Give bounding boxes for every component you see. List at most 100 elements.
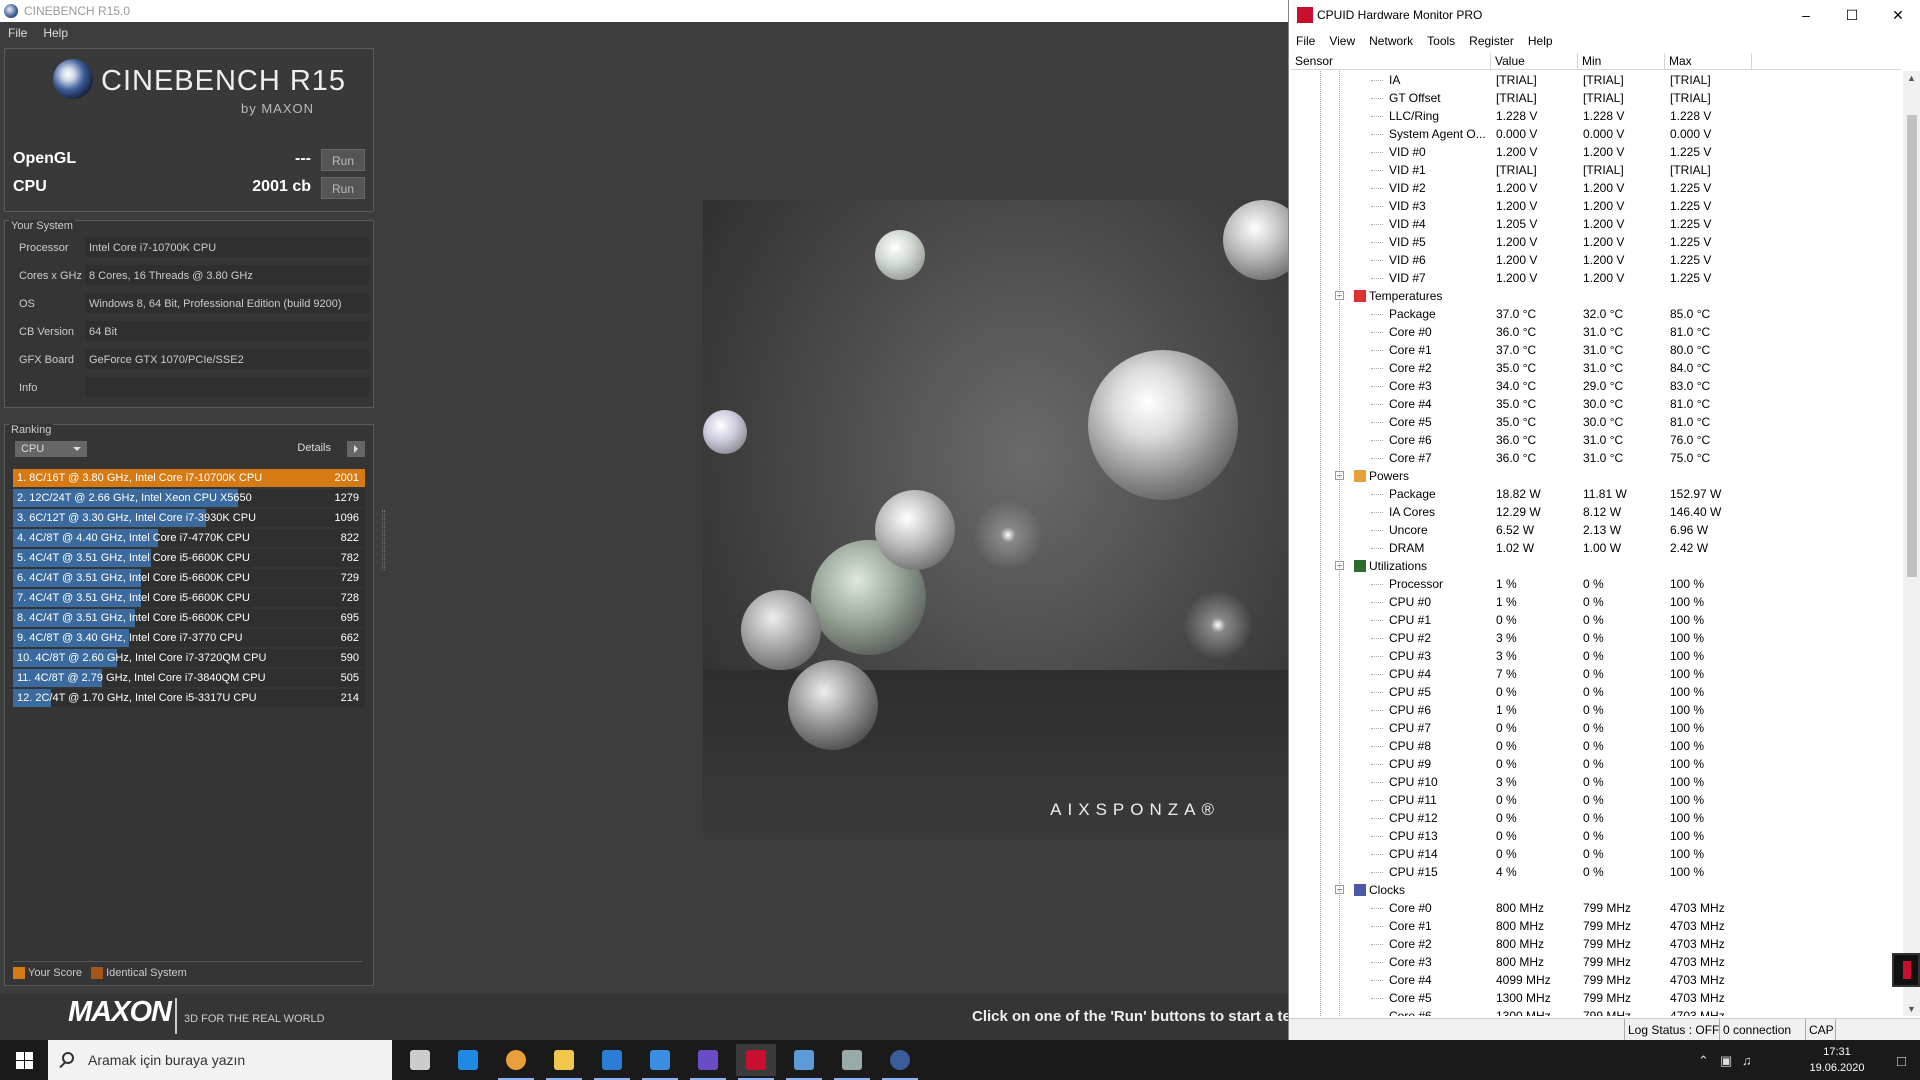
sensor-row[interactable]: System Agent O... 0.000 V 0.000 V 0.000 V (1291, 125, 1903, 143)
sensor-row[interactable]: CPU #8 0 % 0 % 100 % (1291, 737, 1903, 755)
sensor-group-clocks[interactable]: – Clocks (1291, 881, 1903, 899)
taskbar-app-cinebench[interactable] (880, 1044, 920, 1080)
sensor-row[interactable]: CPU #7 0 % 0 % 100 % (1291, 719, 1903, 737)
sensor-row[interactable]: CPU #4 7 % 0 % 100 % (1291, 665, 1903, 683)
sensor-row[interactable]: CPU #1 0 % 0 % 100 % (1291, 611, 1903, 629)
notifications-icon[interactable]: □ (1897, 1053, 1906, 1070)
sensor-row[interactable]: VID #6 1.200 V 1.200 V 1.225 V (1291, 251, 1903, 269)
sensor-row[interactable]: CPU #2 3 % 0 % 100 % (1291, 629, 1903, 647)
sensor-row[interactable]: CPU #6 1 % 0 % 100 % (1291, 701, 1903, 719)
collapse-toggle-icon[interactable]: – (1335, 291, 1344, 300)
ranking-item[interactable]: 6. 4C/4T @ 3.51 GHz, Intel Core i5-6600K… (13, 569, 365, 587)
sensor-row[interactable]: Core #2 800 MHz 799 MHz 4703 MHz (1291, 935, 1903, 953)
ranking-item[interactable]: 8. 4C/4T @ 3.51 GHz, Intel Core i5-6600K… (13, 609, 365, 627)
sensor-row[interactable]: CPU #3 3 % 0 % 100 % (1291, 647, 1903, 665)
ranking-details-label[interactable]: Details (297, 442, 331, 454)
taskbar-app-cpu-z[interactable] (688, 1044, 728, 1080)
minimize-button[interactable]: – (1783, 0, 1829, 30)
ranking-item[interactable]: 4. 4C/8T @ 4.40 GHz, Intel Core i7-4770K… (13, 529, 365, 547)
sensor-row[interactable]: Core #1 37.0 °C 31.0 °C 80.0 °C (1291, 341, 1903, 359)
ranking-item[interactable]: 10. 4C/8T @ 2.60 GHz, Intel Core i7-3720… (13, 649, 365, 667)
sensor-row[interactable]: VID #7 1.200 V 1.200 V 1.225 V (1291, 269, 1903, 287)
sensor-row[interactable]: CPU #15 4 % 0 % 100 % (1291, 863, 1903, 881)
taskbar-search-input[interactable]: Aramak için buraya yazın (48, 1040, 392, 1080)
ranking-item[interactable]: 5. 4C/4T @ 3.51 GHz, Intel Core i5-6600K… (13, 549, 365, 567)
ranking-item[interactable]: 2. 12C/24T @ 2.66 GHz, Intel Xeon CPU X5… (13, 489, 365, 507)
ranking-select[interactable]: CPU (15, 441, 87, 457)
sensor-row[interactable]: Uncore 6.52 W 2.13 W 6.96 W (1291, 521, 1903, 539)
maximize-button[interactable]: ☐ (1829, 0, 1875, 30)
sensor-row[interactable]: Core #3 34.0 °C 29.0 °C 83.0 °C (1291, 377, 1903, 395)
sensor-row[interactable]: VID #0 1.200 V 1.200 V 1.225 V (1291, 143, 1903, 161)
sensor-row[interactable]: VID #4 1.205 V 1.200 V 1.225 V (1291, 215, 1903, 233)
sensor-row[interactable]: CPU #0 1 % 0 % 100 % (1291, 593, 1903, 611)
sensor-row[interactable]: Core #4 4099 MHz 799 MHz 4703 MHz (1291, 971, 1903, 989)
sensor-row[interactable]: CPU #12 0 % 0 % 100 % (1291, 809, 1903, 827)
taskbar-app-network[interactable] (832, 1044, 872, 1080)
sensor-row[interactable]: Core #0 800 MHz 799 MHz 4703 MHz (1291, 899, 1903, 917)
sensor-row[interactable]: CPU #9 0 % 0 % 100 % (1291, 755, 1903, 773)
sensor-group-powers[interactable]: – Powers (1291, 467, 1903, 485)
hwm-menu-network[interactable]: Network (1362, 30, 1420, 52)
sensor-row[interactable]: Processor 1 % 0 % 100 % (1291, 575, 1903, 593)
sensor-row[interactable]: Core #1 800 MHz 799 MHz 4703 MHz (1291, 917, 1903, 935)
hwm-menu-file[interactable]: File (1289, 30, 1322, 52)
sensor-row[interactable]: Package 37.0 °C 32.0 °C 85.0 °C (1291, 305, 1903, 323)
sensor-row[interactable]: Core #3 800 MHz 799 MHz 4703 MHz (1291, 953, 1903, 971)
sensor-tree[interactable]: IA [TRIAL] [TRIAL] [TRIAL] GT Offset [TRIAL] [… (1291, 71, 1903, 1016)
taskbar-app-store[interactable] (592, 1044, 632, 1080)
panel-splitter[interactable] (382, 510, 385, 570)
sensor-row[interactable]: VID #1 [TRIAL] [TRIAL] [TRIAL] (1291, 161, 1903, 179)
tray-volume-icon[interactable]: ♫ (1742, 1053, 1752, 1068)
tray-chevron-up-icon[interactable]: ⌃ (1698, 1053, 1709, 1069)
taskbar-app-mail[interactable] (640, 1044, 680, 1080)
scroll-thumb[interactable] (1907, 115, 1917, 577)
hwm-menu-view[interactable]: View (1322, 30, 1362, 52)
taskbar-app-file-explorer[interactable] (544, 1044, 584, 1080)
sensor-row[interactable]: VID #2 1.200 V 1.200 V 1.225 V (1291, 179, 1903, 197)
sensor-row[interactable]: IA [TRIAL] [TRIAL] [TRIAL] (1291, 71, 1903, 89)
ranking-item[interactable]: 11. 4C/8T @ 2.79 GHz, Intel Core i7-3840… (13, 669, 365, 687)
sensor-row[interactable]: Core #2 35.0 °C 31.0 °C 84.0 °C (1291, 359, 1903, 377)
sensor-row[interactable]: CPU #14 0 % 0 % 100 % (1291, 845, 1903, 863)
hwm-menu-tools[interactable]: Tools (1420, 30, 1462, 52)
sensor-row[interactable]: Package 18.82 W 11.81 W 152.97 W (1291, 485, 1903, 503)
sensor-scrollbar[interactable]: ▲ ▼ (1903, 71, 1920, 1016)
opengl-run-button[interactable]: Run (321, 149, 365, 171)
sensor-row[interactable]: VID #3 1.200 V 1.200 V 1.225 V (1291, 197, 1903, 215)
taskbar-app-hwmonitor[interactable] (736, 1044, 776, 1080)
scroll-down-arrow-icon[interactable]: ▼ (1903, 1004, 1920, 1014)
ranking-item[interactable]: 9. 4C/8T @ 3.40 GHz, Intel Core i7-3770 … (13, 629, 365, 647)
sensor-row[interactable]: Core #6 36.0 °C 31.0 °C 76.0 °C (1291, 431, 1903, 449)
ranking-details-button[interactable] (347, 441, 365, 457)
tray-network-icon[interactable]: ▣ (1720, 1053, 1732, 1069)
ranking-item[interactable]: 1. 8C/16T @ 3.80 GHz, Intel Core i7-1070… (13, 469, 365, 487)
hwm-menu-register[interactable]: Register (1462, 30, 1521, 52)
collapse-toggle-icon[interactable]: – (1335, 471, 1344, 480)
sensor-row[interactable]: Core #5 35.0 °C 30.0 °C 81.0 °C (1291, 413, 1903, 431)
taskbar-app-edge[interactable] (448, 1044, 488, 1076)
sensor-row[interactable]: DRAM 1.02 W 1.00 W 2.42 W (1291, 539, 1903, 557)
collapse-toggle-icon[interactable]: – (1335, 885, 1344, 894)
sensor-row[interactable]: Core #4 35.0 °C 30.0 °C 81.0 °C (1291, 395, 1903, 413)
sensor-group-utilizations[interactable]: – Utilizations (1291, 557, 1903, 575)
taskbar-app-chrome[interactable] (496, 1044, 536, 1080)
col-value[interactable]: Value (1491, 53, 1578, 70)
sensor-row[interactable]: IA Cores 12.29 W 8.12 W 146.40 W (1291, 503, 1903, 521)
close-button[interactable]: ✕ (1875, 0, 1920, 30)
ranking-item[interactable]: 3. 6C/12T @ 3.30 GHz, Intel Core i7-3930… (13, 509, 365, 527)
sensor-row[interactable]: CPU #11 0 % 0 % 100 % (1291, 791, 1903, 809)
taskbar-clock[interactable]: 17:31 19.06.2020 (1802, 1044, 1872, 1076)
sensor-row[interactable]: CPU #13 0 % 0 % 100 % (1291, 827, 1903, 845)
ranking-item[interactable]: 7. 4C/4T @ 3.51 GHz, Intel Core i5-6600K… (13, 589, 365, 607)
cpu-run-button[interactable]: Run (321, 177, 365, 199)
sensor-row[interactable]: Core #7 36.0 °C 31.0 °C 75.0 °C (1291, 449, 1903, 467)
sensor-row[interactable]: GT Offset [TRIAL] [TRIAL] [TRIAL] (1291, 89, 1903, 107)
hwm-menu-help[interactable]: Help (1521, 30, 1560, 52)
scroll-up-arrow-icon[interactable]: ▲ (1903, 73, 1920, 83)
start-button[interactable] (0, 1040, 48, 1080)
col-max[interactable]: Max (1665, 53, 1752, 70)
col-sensor[interactable]: Sensor (1291, 53, 1491, 70)
menu-help[interactable]: Help (35, 22, 76, 44)
collapse-toggle-icon[interactable]: – (1335, 561, 1344, 570)
